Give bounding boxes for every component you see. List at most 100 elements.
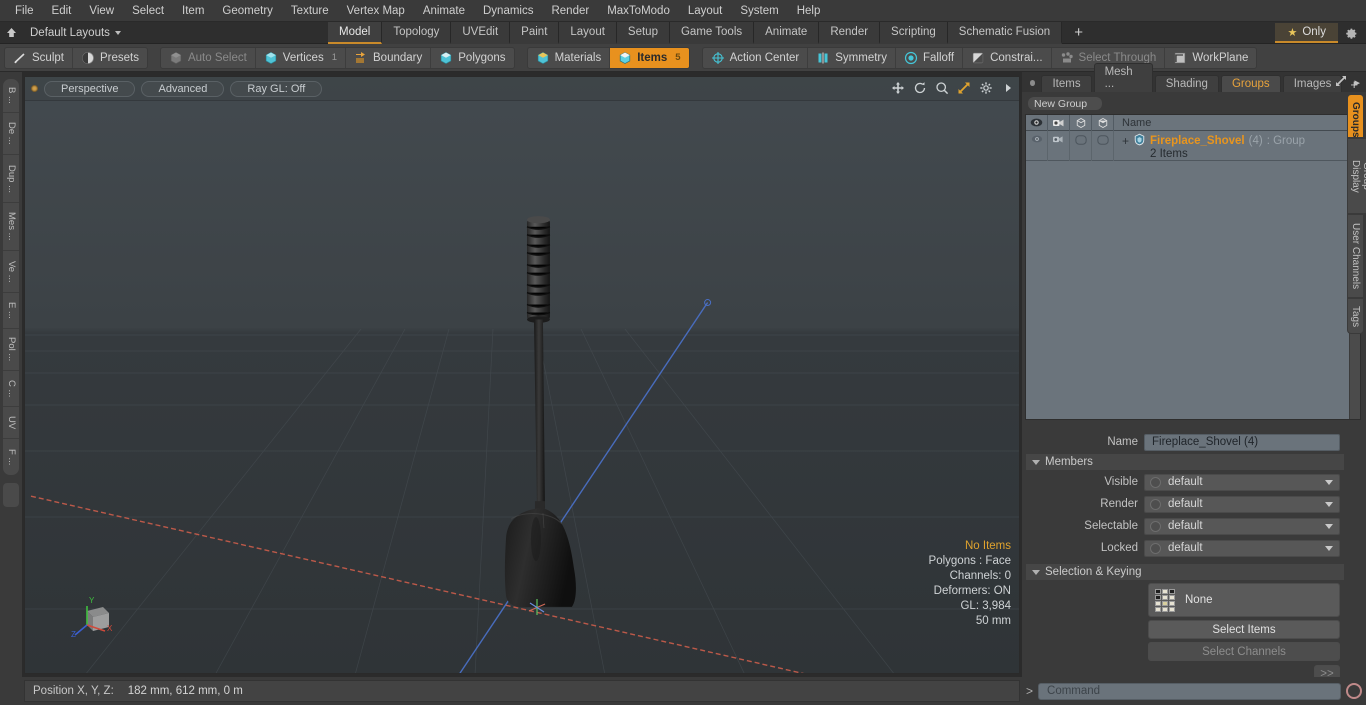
left-tab-polygon[interactable]: Pol ... bbox=[3, 329, 19, 371]
expand-toggle[interactable]: + bbox=[1122, 134, 1129, 148]
menu-item-item[interactable]: Item bbox=[173, 3, 213, 19]
tab-model[interactable]: Model bbox=[328, 22, 383, 44]
render-toggle-icon[interactable] bbox=[1150, 498, 1161, 510]
action-center-button[interactable]: Action Center bbox=[703, 47, 809, 68]
rtab-group-display[interactable]: Group Display bbox=[1347, 138, 1366, 214]
members-section-header[interactable]: Members bbox=[1026, 454, 1344, 470]
select-items-button[interactable]: Select Items bbox=[1148, 620, 1340, 639]
move-icon[interactable] bbox=[890, 80, 905, 95]
falloff-button[interactable]: Falloff bbox=[896, 47, 964, 68]
tab-game-tools[interactable]: Game Tools bbox=[669, 22, 755, 44]
rotate-icon[interactable] bbox=[912, 80, 927, 95]
menu-item-edit[interactable]: Edit bbox=[43, 3, 81, 19]
boundary-button[interactable]: Boundary bbox=[346, 47, 432, 68]
menu-item-render[interactable]: Render bbox=[542, 3, 598, 19]
maximize-icon[interactable] bbox=[1335, 75, 1347, 90]
left-tab-extra[interactable] bbox=[2, 482, 20, 508]
tab-schematic-fusion[interactable]: Schematic Fusion bbox=[947, 22, 1063, 44]
only-toggle-button[interactable]: ★ Only bbox=[1275, 23, 1338, 43]
auto-select-button[interactable]: Auto Select bbox=[161, 47, 256, 68]
menu-item-system[interactable]: System bbox=[731, 3, 787, 19]
row-render-camera-icon[interactable] bbox=[1048, 131, 1070, 161]
presets-button[interactable]: Presets bbox=[73, 48, 147, 68]
visible-toggle-icon[interactable] bbox=[1150, 476, 1161, 488]
selection-set-selector[interactable]: None bbox=[1148, 583, 1340, 617]
tab-layout[interactable]: Layout bbox=[559, 22, 617, 44]
viewport-shading-selector[interactable]: Advanced bbox=[141, 80, 225, 97]
zoom-icon[interactable] bbox=[934, 80, 949, 95]
left-tab-falloff[interactable]: F ... bbox=[3, 439, 19, 475]
tab-items[interactable]: Items bbox=[1041, 75, 1092, 92]
left-tab-deform[interactable]: De ... bbox=[3, 113, 19, 155]
symmetry-button[interactable]: Symmetry bbox=[808, 47, 896, 68]
polygons-button[interactable]: Polygons bbox=[431, 48, 513, 68]
tab-images[interactable]: Images bbox=[1282, 75, 1343, 92]
home-icon[interactable] bbox=[0, 23, 22, 43]
command-input[interactable]: Command bbox=[1038, 682, 1341, 700]
default-layouts-selector[interactable]: Default Layouts bbox=[22, 27, 129, 39]
sculpt-button[interactable]: Sculpt bbox=[5, 47, 73, 68]
row-visible-eye-icon[interactable] bbox=[1026, 131, 1048, 161]
tab-setup[interactable]: Setup bbox=[616, 22, 670, 44]
viewport-projection-selector[interactable]: Perspective bbox=[44, 80, 136, 97]
tab-render[interactable]: Render bbox=[819, 22, 881, 44]
items-button[interactable]: Items 5 bbox=[610, 47, 689, 68]
tab-uvedit[interactable]: UVEdit bbox=[451, 22, 511, 44]
tab-paint[interactable]: Paint bbox=[510, 22, 560, 44]
add-tab-button[interactable]: + bbox=[1062, 22, 1095, 44]
tab-mesh[interactable]: Mesh ... bbox=[1093, 63, 1153, 92]
viewport-3d[interactable]: Perspective Advanced Ray GL: Off No Item… bbox=[24, 76, 1020, 674]
constraint-button[interactable]: Constrai... bbox=[963, 47, 1052, 68]
gear-icon[interactable] bbox=[978, 80, 993, 95]
left-tab-edge[interactable]: E ... bbox=[3, 293, 19, 329]
rtab-tags[interactable]: Tags bbox=[1347, 298, 1364, 334]
tab-shading[interactable]: Shading bbox=[1154, 75, 1219, 92]
left-tab-curve[interactable]: C ... bbox=[3, 371, 19, 407]
row-lock-toggle[interactable] bbox=[1092, 131, 1114, 161]
tab-topology[interactable]: Topology bbox=[382, 22, 452, 44]
chevron-right-icon[interactable]: ▸ bbox=[1354, 76, 1360, 89]
menu-item-view[interactable]: View bbox=[80, 3, 123, 19]
menu-item-help[interactable]: Help bbox=[788, 3, 830, 19]
left-tab-mesh-edit[interactable]: Mes ... bbox=[3, 203, 19, 251]
left-tab-uv[interactable]: UV bbox=[3, 407, 19, 439]
selectable-dropdown[interactable]: default bbox=[1144, 517, 1340, 535]
table-row[interactable]: + Fireplace_Shovel (4) : Group 2 Items bbox=[1026, 131, 1360, 161]
selectable-toggle-icon[interactable] bbox=[1150, 520, 1161, 532]
fit-icon[interactable] bbox=[956, 80, 971, 95]
record-circle-icon[interactable] bbox=[1346, 683, 1362, 699]
workplane-button[interactable]: WorkPlane bbox=[1165, 48, 1256, 68]
tab-groups[interactable]: Groups bbox=[1220, 75, 1281, 92]
new-group-button[interactable]: New Group bbox=[1027, 96, 1103, 111]
menu-item-texture[interactable]: Texture bbox=[282, 3, 338, 19]
vertices-button[interactable]: Vertices 1 bbox=[256, 47, 347, 68]
name-input[interactable]: Fireplace_Shovel (4) bbox=[1144, 433, 1340, 451]
render-dropdown[interactable]: default bbox=[1144, 495, 1340, 513]
viewport-menu-dot-icon[interactable] bbox=[31, 85, 38, 92]
locked-dropdown[interactable]: default bbox=[1144, 539, 1340, 557]
menu-item-vertex-map[interactable]: Vertex Map bbox=[338, 3, 414, 19]
menu-item-file[interactable]: File bbox=[6, 3, 43, 19]
selection-keying-section-header[interactable]: Selection & Keying bbox=[1026, 564, 1344, 580]
menu-item-layout[interactable]: Layout bbox=[679, 3, 732, 19]
left-tab-vertex[interactable]: Ve ... bbox=[3, 251, 19, 293]
tab-animate[interactable]: Animate bbox=[754, 22, 820, 44]
menu-item-geometry[interactable]: Geometry bbox=[213, 3, 282, 19]
groups-list-empty-area[interactable] bbox=[1026, 161, 1360, 419]
groups-list[interactable]: Name + Fireplace_Shovel (4): Group 2 It… bbox=[1025, 114, 1361, 420]
menu-item-select[interactable]: Select bbox=[123, 3, 173, 19]
tab-scripting[interactable]: Scripting bbox=[880, 22, 948, 44]
panel-menu-dot-icon[interactable] bbox=[1030, 80, 1036, 86]
left-tab-basic[interactable]: B ... bbox=[3, 79, 19, 113]
locked-toggle-icon[interactable] bbox=[1150, 542, 1161, 554]
left-tab-duplicate[interactable]: Dup ... bbox=[3, 155, 19, 203]
materials-button[interactable]: Materials bbox=[528, 47, 611, 68]
visible-dropdown[interactable]: default bbox=[1144, 473, 1340, 491]
chevron-right-icon[interactable] bbox=[1000, 80, 1015, 95]
menu-item-dynamics[interactable]: Dynamics bbox=[474, 3, 542, 19]
rtab-groups[interactable]: Groups bbox=[1347, 94, 1364, 138]
viewport-raygl-selector[interactable]: Ray GL: Off bbox=[230, 80, 323, 97]
menu-item-animate[interactable]: Animate bbox=[414, 3, 474, 19]
gear-icon[interactable] bbox=[1340, 23, 1362, 43]
menu-item-maxtomodo[interactable]: MaxToModo bbox=[598, 3, 679, 19]
